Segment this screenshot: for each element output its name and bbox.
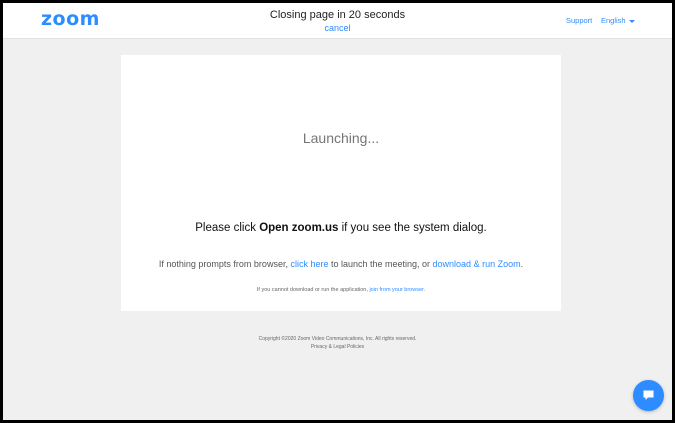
open-prefix: Please click — [195, 222, 260, 234]
click-here-link[interactable]: click here — [290, 259, 328, 269]
open-zoom-us-emphasis: Open zoom.us — [259, 222, 339, 234]
fallback-middle: to launch the meeting, or — [328, 259, 433, 269]
chat-button[interactable] — [633, 380, 664, 411]
launching-text: Launching... — [302, 130, 380, 146]
download-run-zoom-link[interactable]: download & run Zoom — [433, 259, 521, 269]
support-link[interactable]: Support — [566, 16, 592, 25]
top-header: zoom Closing page in 20 seconds cancel S… — [3, 3, 672, 39]
launch-card: Launching... Please click Open zoom.us i… — [121, 55, 561, 311]
copyright-text: Copyright ©2020 Zoom Video Communication… — [258, 336, 417, 342]
browser-join-message: If you cannot download or run the applic… — [121, 287, 561, 293]
fallback-prefix: If nothing prompts from browser, — [158, 259, 291, 269]
cancel-link[interactable]: cancel — [324, 23, 350, 33]
privacy-legal-link[interactable]: Privacy & Legal Policies — [3, 344, 672, 350]
fallback-suffix: . — [520, 259, 524, 269]
browser-page: zoom Closing page in 20 seconds cancel S… — [0, 0, 675, 423]
open-dialog-message: Please click Open zoom.us if you see the… — [121, 222, 561, 234]
join-from-browser-link[interactable]: join from your browser — [369, 287, 423, 293]
browser-join-suffix: . — [423, 287, 426, 293]
language-label: English — [601, 16, 626, 25]
fallback-message: If nothing prompts from browser, click h… — [121, 259, 561, 269]
browser-join-prefix: If you cannot download or run the applic… — [256, 287, 370, 293]
language-dropdown[interactable]: English — [601, 16, 635, 25]
chevron-down-icon — [628, 19, 635, 23]
chat-bubble-icon — [643, 390, 654, 400]
open-suffix: if you see the system dialog. — [338, 222, 487, 234]
